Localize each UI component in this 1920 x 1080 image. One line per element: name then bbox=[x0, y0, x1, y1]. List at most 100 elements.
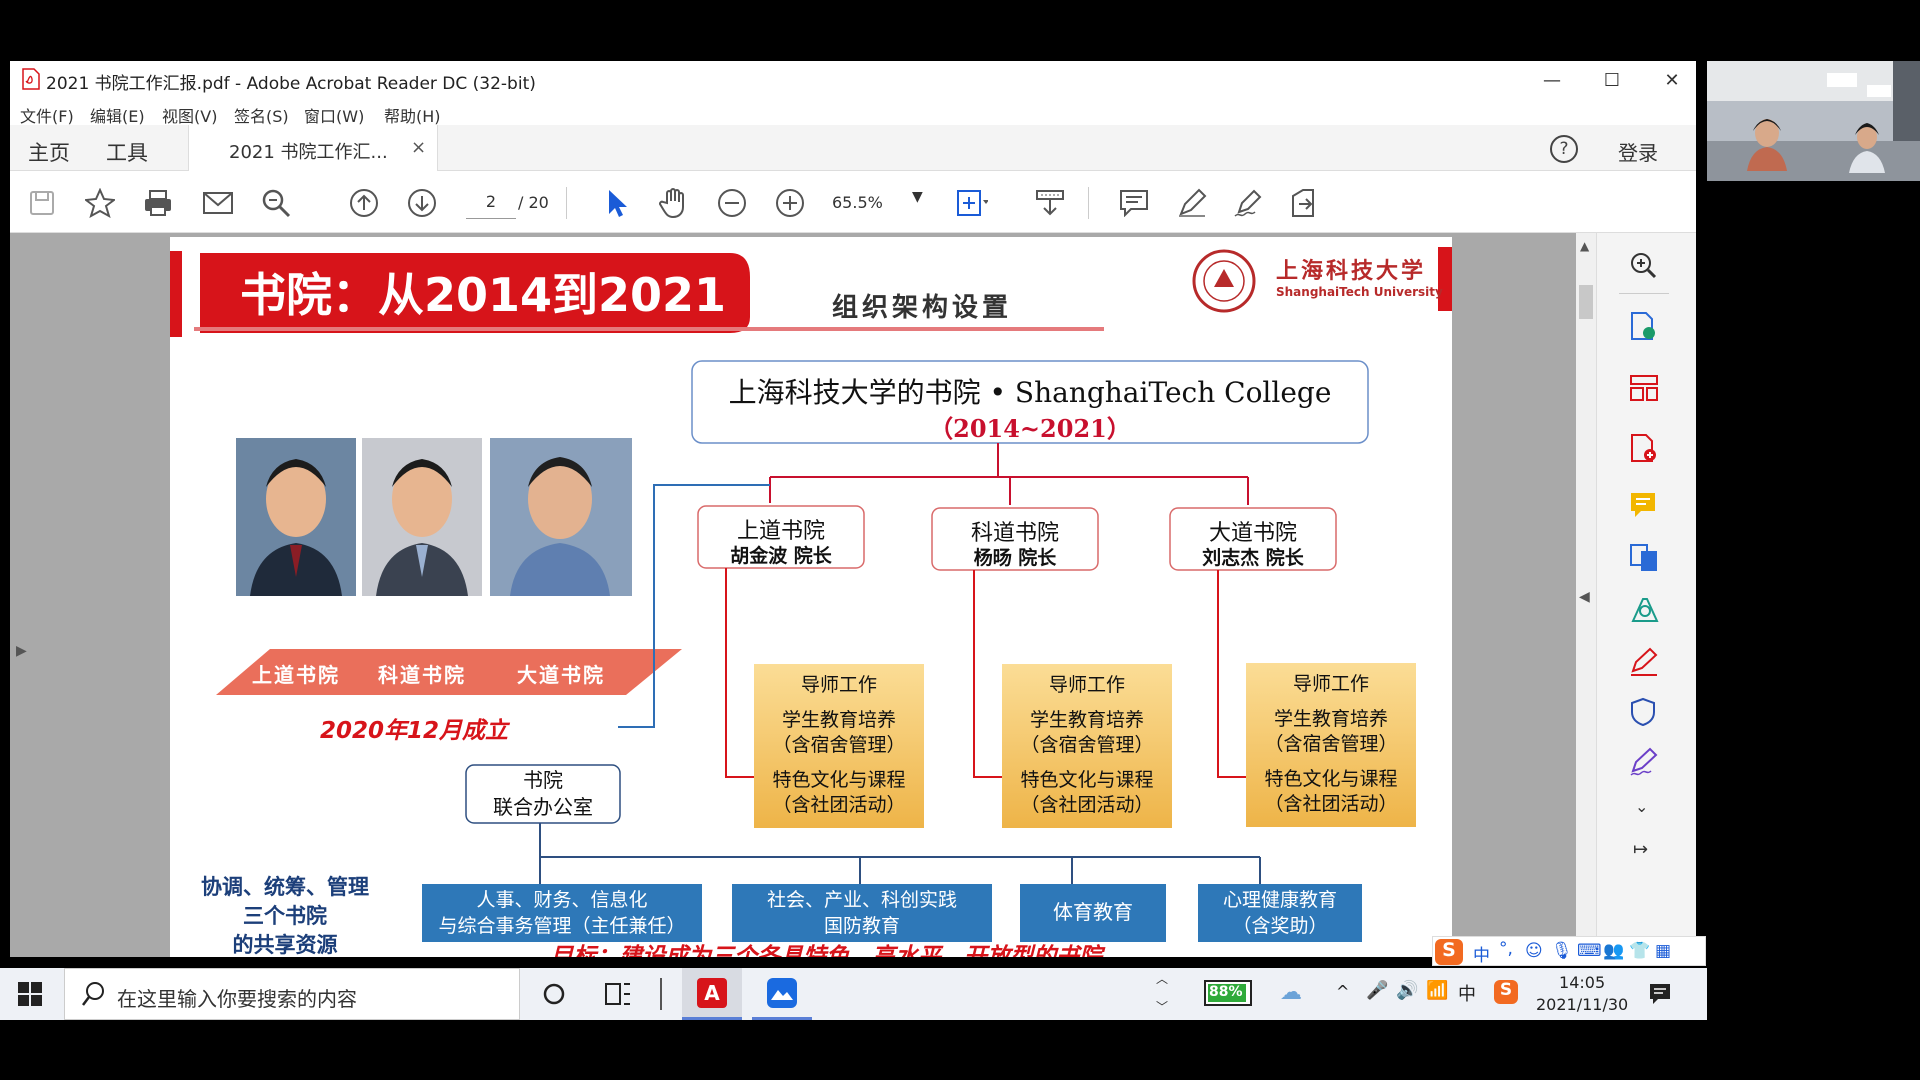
ime-voice-icon[interactable]: 🎙 bbox=[1551, 941, 1573, 961]
ime-skin-icon[interactable]: 👕 bbox=[1629, 941, 1650, 961]
ime-chinese-mode[interactable]: 中 bbox=[1473, 941, 1490, 966]
ime-keyboard-icon[interactable]: ⌨ bbox=[1577, 941, 1602, 961]
print-icon[interactable] bbox=[142, 187, 174, 219]
ime-punctuation-icon[interactable]: °, bbox=[1499, 939, 1513, 959]
organize-pages-icon[interactable] bbox=[1629, 373, 1659, 407]
tray-expand-icon[interactable]: ^ bbox=[1336, 982, 1349, 1001]
highlight-pen-icon[interactable] bbox=[1176, 187, 1208, 219]
zoom-in-icon[interactable] bbox=[774, 187, 806, 219]
comment-tool-icon[interactable] bbox=[1629, 491, 1657, 523]
duty-culture: 特色文化与课程 bbox=[1020, 769, 1154, 791]
scroll-up-chevron-icon[interactable]: ︿ bbox=[1156, 970, 1168, 987]
menu-edit[interactable]: 编辑(E) bbox=[90, 103, 145, 127]
logo-english-name: ShanghaiTech University bbox=[1276, 285, 1443, 299]
duty-box: 导师工作 学生教育培养 （含宿舍管理） 特色文化与课程 （含社团活动） bbox=[754, 673, 924, 818]
minimize-button[interactable]: — bbox=[1522, 61, 1582, 99]
title-bar: 2021 书院工作汇报.pdf - Adobe Acrobat Reader D… bbox=[10, 61, 1696, 99]
wifi-icon[interactable]: 📶 bbox=[1426, 980, 1448, 1001]
office-line2: 联合办公室 bbox=[493, 795, 593, 819]
duty-box: 导师工作 学生教育培养 （含宿舍管理） 特色文化与课程 （含社团活动） bbox=[1246, 672, 1416, 817]
menu-help[interactable]: 帮助(H) bbox=[384, 103, 441, 127]
battery-indicator[interactable]: 88% bbox=[1204, 980, 1252, 1006]
save-icon[interactable] bbox=[26, 187, 58, 219]
protect-shield-icon[interactable] bbox=[1629, 697, 1657, 731]
goal-statement: 目标：建设成为三个各具特色、高水平、开放型的书院 bbox=[550, 944, 1102, 957]
next-page-icon[interactable] bbox=[406, 187, 438, 219]
microphone-icon[interactable]: 🎤 bbox=[1366, 980, 1388, 1001]
college-head: 胡金波 院长 bbox=[730, 545, 832, 567]
maximize-button[interactable]: ☐ bbox=[1582, 61, 1642, 99]
coordination-line: 三个书院 bbox=[243, 904, 327, 928]
scroll-mode-icon[interactable] bbox=[1034, 187, 1066, 219]
college-head: 刘志杰 院长 bbox=[1202, 547, 1304, 569]
tab-tools[interactable]: 工具 bbox=[106, 137, 148, 167]
fit-page-icon[interactable] bbox=[956, 187, 988, 219]
resource-line: 体育教育 bbox=[1053, 900, 1133, 924]
zoom-tool-icon[interactable] bbox=[1629, 251, 1657, 283]
college-head: 杨旸 院长 bbox=[973, 547, 1057, 569]
hand-tool-icon[interactable] bbox=[658, 187, 690, 219]
page-number-input[interactable]: 2 bbox=[466, 185, 516, 219]
signin-button[interactable]: 登录 bbox=[1618, 137, 1658, 166]
menu-view[interactable]: 视图(V) bbox=[162, 103, 217, 127]
collapse-right-panel-icon[interactable]: ↦ bbox=[1633, 839, 1648, 860]
request-signature-icon[interactable] bbox=[1629, 747, 1659, 781]
select-cursor-icon[interactable] bbox=[600, 187, 632, 219]
create-pdf-icon[interactable] bbox=[1629, 433, 1659, 467]
taskbar-search-box[interactable]: 在这里输入你要搜索的内容 bbox=[64, 968, 520, 1020]
scroll-up-arrow-icon[interactable]: ▲ bbox=[1580, 239, 1589, 253]
menu-window[interactable]: 窗口(W) bbox=[304, 103, 364, 127]
ime-grid-icon[interactable]: ▦ bbox=[1655, 941, 1671, 961]
duty-dorm: （含宿舍管理） bbox=[772, 734, 906, 756]
slide-banner-title: 书院：从2014到2021 bbox=[240, 268, 727, 322]
close-window-button[interactable]: ✕ bbox=[1642, 61, 1702, 99]
ime-user-icon[interactable]: 👥 bbox=[1603, 941, 1624, 961]
taskbar-clock[interactable]: 14:05 2021/11/30 bbox=[1536, 972, 1628, 1016]
combine-files-icon[interactable] bbox=[1629, 543, 1659, 577]
duty-education: 学生教育培养 bbox=[1029, 709, 1144, 731]
search-zoom-icon[interactable] bbox=[260, 187, 292, 219]
cortana-icon[interactable] bbox=[542, 982, 566, 1010]
taskbar-meeting-app[interactable] bbox=[752, 968, 812, 1020]
task-view-icon[interactable] bbox=[604, 980, 632, 1012]
comment-icon[interactable] bbox=[1118, 187, 1150, 219]
close-tab-button[interactable]: × bbox=[411, 137, 426, 158]
more-tools-chevron-icon[interactable]: ⌄ bbox=[1635, 797, 1648, 816]
share-icon[interactable] bbox=[1288, 187, 1320, 219]
tab-home[interactable]: 主页 bbox=[28, 137, 70, 167]
scroll-down-chevron-icon[interactable]: ﹀ bbox=[1156, 998, 1168, 1015]
menu-file[interactable]: 文件(F) bbox=[20, 103, 74, 127]
previous-page-icon[interactable] bbox=[348, 187, 380, 219]
notification-center-icon[interactable] bbox=[1648, 982, 1672, 1010]
help-icon[interactable]: ? bbox=[1550, 135, 1578, 163]
sogou-icon[interactable]: S bbox=[1435, 939, 1463, 965]
zoom-level[interactable]: 65.5% bbox=[832, 193, 883, 212]
email-icon[interactable] bbox=[202, 187, 234, 219]
tab-document[interactable]: 2021 书院工作汇... × bbox=[188, 125, 438, 171]
volume-icon[interactable]: 🔊 bbox=[1396, 980, 1418, 1001]
sogou-tray-icon[interactable]: S bbox=[1494, 980, 1518, 1004]
send-for-review-icon[interactable] bbox=[1629, 595, 1659, 629]
zoom-out-icon[interactable] bbox=[716, 187, 748, 219]
battery-percent: 88% bbox=[1209, 984, 1243, 1000]
ime-emoji-icon[interactable]: ☺ bbox=[1525, 941, 1543, 961]
zoom-dropdown-chevron-icon[interactable]: ▼ bbox=[912, 189, 923, 205]
page-total: / 20 bbox=[518, 193, 549, 212]
bookmark-star-icon[interactable] bbox=[84, 187, 116, 219]
weather-cloud-icon[interactable]: ☁ bbox=[1280, 980, 1302, 1005]
sign-icon[interactable] bbox=[1232, 187, 1264, 219]
fill-sign-icon[interactable] bbox=[1629, 647, 1659, 681]
menu-sign[interactable]: 签名(S) bbox=[234, 103, 289, 127]
windows-start-icon[interactable] bbox=[18, 982, 42, 1010]
photo-label: 科道书院 bbox=[378, 663, 466, 687]
taskbar-acrobat-app[interactable]: A bbox=[682, 968, 742, 1020]
taskbar-divider bbox=[660, 978, 662, 1010]
participant-video-tile[interactable] bbox=[1707, 61, 1920, 181]
resource-box: 心理健康教育 （含奖助） bbox=[1198, 887, 1362, 939]
input-language-indicator[interactable]: 中 bbox=[1458, 980, 1476, 1006]
office-line1: 书院 bbox=[523, 768, 563, 792]
left-panel-expand-icon[interactable]: ▶ bbox=[16, 643, 27, 659]
collapse-panel-icon[interactable]: ◀ bbox=[1579, 589, 1590, 605]
export-pdf-icon[interactable] bbox=[1629, 311, 1657, 345]
scrollbar-thumb[interactable] bbox=[1579, 285, 1593, 319]
